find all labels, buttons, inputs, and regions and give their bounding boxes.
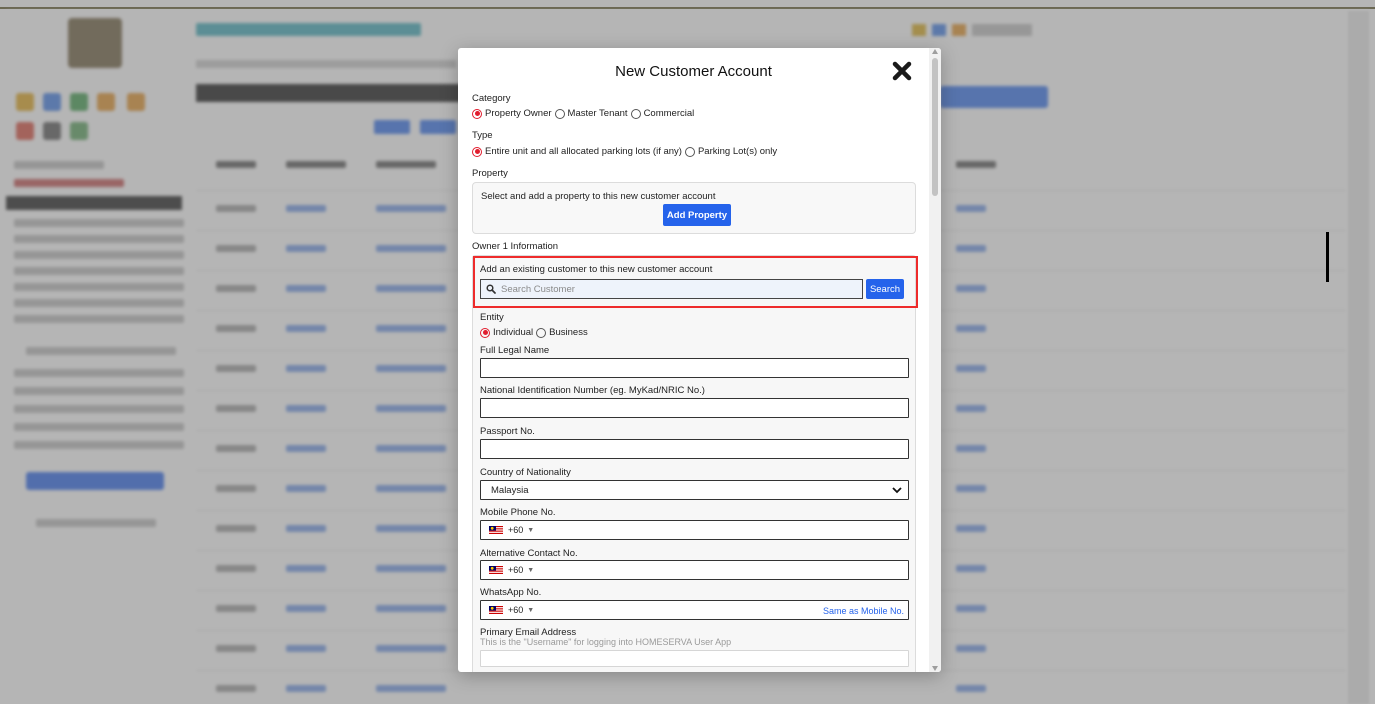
radio-label-business: Business [549, 327, 588, 338]
mobile-label: Mobile Phone No. [480, 507, 556, 518]
modal-title: New Customer Account [615, 63, 772, 80]
nationality-select[interactable]: Malaysia [480, 480, 909, 500]
radio-label-master-tenant: Master Tenant [567, 108, 628, 119]
passport-input[interactable] [481, 440, 908, 458]
radio-property-owner[interactable] [472, 108, 482, 119]
radio-label-commercial: Commercial [643, 108, 695, 119]
nric-input[interactable] [481, 399, 908, 417]
radio-commercial[interactable] [630, 108, 641, 119]
nric-field[interactable] [480, 398, 909, 418]
passport-field[interactable] [480, 439, 909, 459]
category-radio-group: Property Owner Master Tenant Commercial [472, 108, 694, 119]
full-name-field[interactable] [480, 358, 909, 378]
text-cursor [1326, 232, 1329, 282]
mobile-field[interactable]: +60 ▼ [480, 520, 909, 540]
chevron-down-icon [892, 487, 902, 494]
search-customer-field[interactable] [480, 279, 863, 299]
property-box: Select and add a property to this new cu… [472, 182, 916, 234]
caret-down-icon[interactable]: ▼ [527, 527, 534, 534]
category-label: Category [472, 93, 511, 104]
radio-business[interactable] [536, 327, 547, 338]
owner-section-label: Owner 1 Information [472, 241, 559, 252]
email-input[interactable] [481, 651, 908, 666]
radio-parking-only[interactable] [684, 146, 695, 157]
radio-label-property-owner: Property Owner [485, 108, 552, 119]
radio-entire-unit[interactable] [472, 146, 482, 157]
nationality-label: Country of Nationality [480, 467, 571, 478]
full-name-input[interactable] [481, 359, 908, 377]
whatsapp-country-code[interactable]: +60 [508, 605, 523, 615]
type-radio-group: Entire unit and all allocated parking lo… [472, 146, 777, 157]
alt-country-code[interactable]: +60 [508, 565, 523, 575]
caret-down-icon[interactable]: ▼ [527, 607, 534, 614]
modal-scrollbar[interactable] [929, 48, 941, 672]
email-hint: This is the "Username" for logging into … [480, 637, 732, 647]
entity-label: Entity [480, 312, 504, 323]
radio-label-individual: Individual [493, 327, 534, 338]
alt-contact-label: Alternative Contact No. [480, 548, 578, 559]
whatsapp-label: WhatsApp No. [480, 587, 542, 598]
malaysia-flag-icon [489, 606, 503, 614]
scroll-down-arrow[interactable] [932, 666, 938, 671]
email-field[interactable] [480, 650, 909, 667]
nationality-value: Malaysia [491, 484, 529, 496]
add-property-button[interactable]: Add Property [663, 204, 731, 226]
scroll-up-arrow[interactable] [932, 49, 938, 54]
type-label: Type [472, 130, 493, 141]
radio-label-parking-only: Parking Lot(s) only [697, 146, 778, 157]
radio-individual[interactable] [480, 327, 490, 338]
mobile-country-code[interactable]: +60 [508, 525, 523, 535]
alt-contact-field[interactable]: +60 ▼ [480, 560, 909, 580]
whatsapp-field[interactable]: +60 ▼ Same as Mobile No. [480, 600, 909, 620]
property-description: Select and add a property to this new cu… [481, 191, 716, 202]
search-icon [486, 284, 496, 294]
search-button[interactable]: Search [866, 279, 904, 299]
radio-label-entire-unit: Entire unit and all allocated parking lo… [485, 146, 682, 157]
same-as-mobile-link[interactable]: Same as Mobile No. [823, 606, 904, 616]
malaysia-flag-icon [489, 526, 503, 534]
search-customer-input[interactable] [501, 283, 851, 295]
existing-customer-label: Add an existing customer to this new cus… [480, 264, 713, 275]
malaysia-flag-icon [489, 566, 503, 574]
full-name-label: Full Legal Name [480, 345, 550, 356]
nric-label: National Identification Number (eg. MyKa… [480, 385, 705, 396]
new-customer-modal: New Customer Account Category Property O… [458, 48, 941, 672]
entity-radio-group: Individual Business [480, 327, 588, 338]
close-icon[interactable] [891, 60, 913, 82]
caret-down-icon[interactable]: ▼ [527, 567, 534, 574]
radio-master-tenant[interactable] [554, 108, 565, 119]
passport-label: Passport No. [480, 426, 535, 437]
property-label: Property [472, 168, 508, 179]
scrollbar-thumb[interactable] [932, 58, 938, 196]
